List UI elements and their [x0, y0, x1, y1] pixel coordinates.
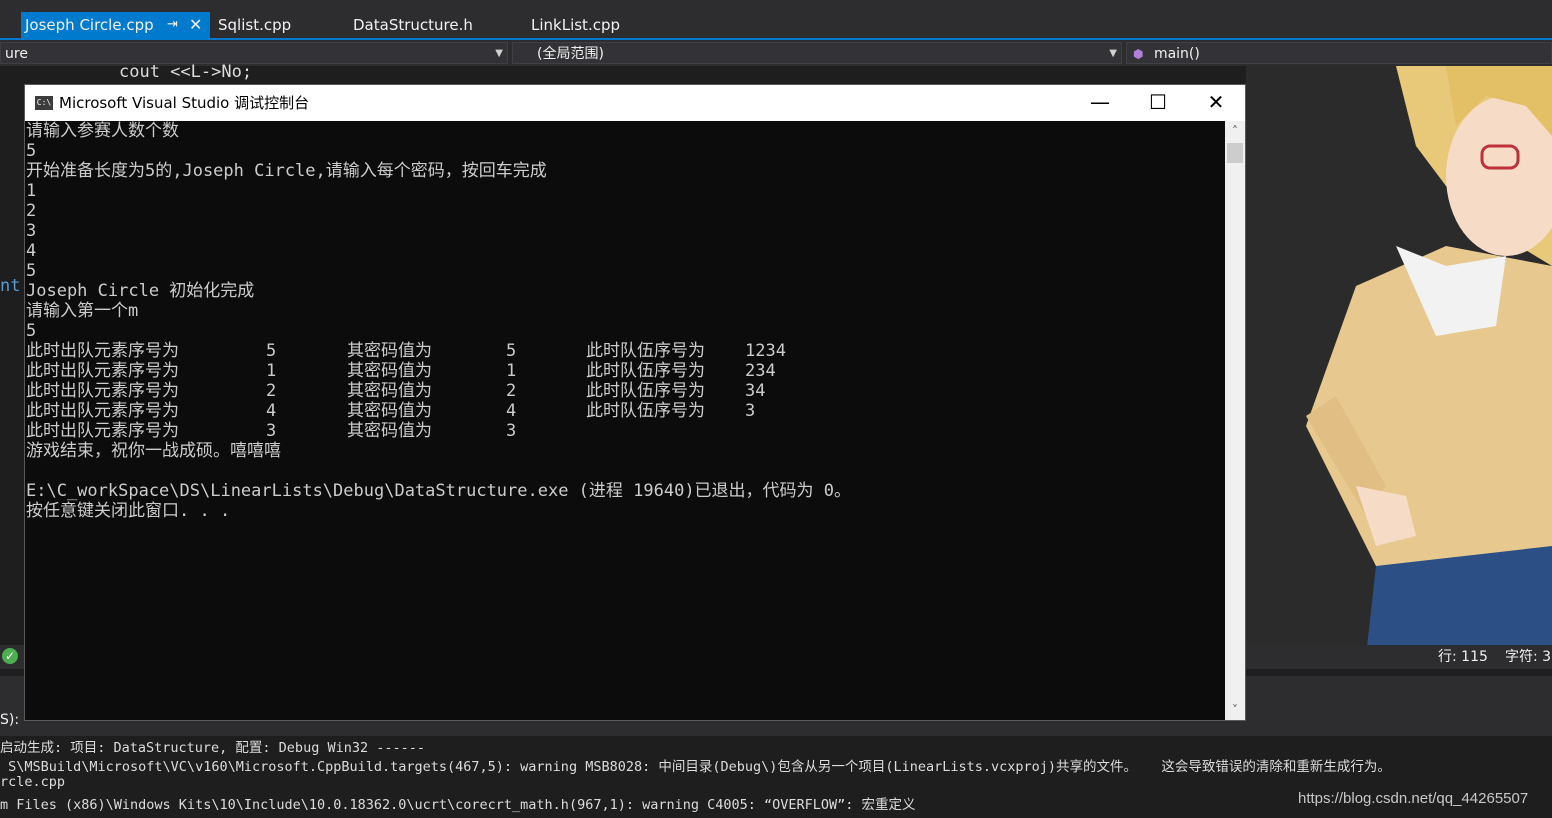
console-line: 按任意键关闭此窗口. . .	[26, 501, 231, 521]
dequeue-row: 此时出队元素序号为 3 其密码值为 3	[26, 421, 517, 441]
dequeue-row: 此时出队元素序号为 5 其密码值为 5 此时队伍序号为 1234	[26, 341, 786, 361]
member-dropdown[interactable]: ⬢ main()	[1126, 42, 1552, 64]
console-app-icon: C:\	[35, 96, 53, 110]
check-circle-icon: ✓	[2, 648, 18, 664]
console-line: 2	[26, 201, 37, 221]
console-line: 5	[26, 141, 37, 161]
project-dropdown-value: ure	[5, 46, 28, 62]
output-line: m Files (x86)\Windows Kits\10\Include\10…	[0, 797, 916, 813]
console-line: 4	[26, 241, 37, 261]
dequeue-row: 此时出队元素序号为 2 其密码值为 2 此时队伍序号为 34	[26, 381, 766, 401]
dequeue-row: 此时出队元素序号为 4 其密码值为 4 此时队伍序号为 3	[26, 401, 756, 421]
output-line: 启动生成: 项目: DataStructure, 配置: Debug Win32…	[0, 740, 425, 756]
pin-icon[interactable]: ⇥	[167, 12, 178, 38]
tab-datastructure-h[interactable]: DataStructure.h	[353, 12, 473, 38]
chevron-down-icon[interactable]: ˅	[1225, 700, 1245, 720]
chevron-down-icon: ▼	[1109, 48, 1117, 59]
console-line: 开始准备长度为5的,Joseph Circle,请输入每个密码，按回车完成	[26, 161, 547, 181]
document-tab-bar: Joseph Circle.cpp ⇥ ✕ Sqlist.cpp DataStr…	[0, 0, 1552, 38]
output-source-label: S):	[0, 712, 20, 728]
debug-console-window[interactable]: C:\ Microsoft Visual Studio 调试控制台 — ☐ ✕ …	[24, 84, 1246, 721]
chevron-down-icon: ▼	[495, 48, 503, 59]
console-line: E:\C_workSpace\DS\LinearLists\Debug\Data…	[26, 481, 852, 501]
console-line: 5	[26, 261, 37, 281]
minimize-button[interactable]: —	[1071, 85, 1129, 121]
tab-sqlist-cpp[interactable]: Sqlist.cpp	[218, 12, 291, 38]
console-titlebar[interactable]: C:\ Microsoft Visual Studio 调试控制台 — ☐ ✕	[25, 85, 1245, 121]
tab-joseph-circle-cpp[interactable]: Joseph Circle.cpp ⇥ ✕	[21, 12, 210, 38]
project-dropdown[interactable]: ure ▼	[0, 42, 508, 64]
tab-label: Joseph Circle.cpp	[25, 16, 154, 34]
cube-icon: ⬢	[1133, 47, 1144, 61]
console-line: 请输入第一个m	[26, 301, 139, 321]
close-icon[interactable]: ✕	[189, 12, 202, 38]
console-line: 1	[26, 181, 37, 201]
anime-character-image	[1246, 66, 1552, 656]
console-line: 3	[26, 221, 37, 241]
background-illustration	[1246, 66, 1552, 656]
close-button[interactable]: ✕	[1187, 85, 1245, 121]
watermark: https://blog.csdn.net/qq_44265507	[1298, 790, 1529, 807]
scope-dropdown[interactable]: (全局范围) ▼	[512, 42, 1122, 64]
console-scrollbar[interactable]: ˄ ˅	[1225, 121, 1245, 720]
code-line: cout <<L->No;	[119, 62, 253, 82]
scroll-thumb[interactable]	[1227, 143, 1243, 163]
maximize-button[interactable]: ☐	[1129, 85, 1187, 121]
tab-linklist-cpp[interactable]: LinkList.cpp	[531, 12, 620, 38]
console-title: Microsoft Visual Studio 调试控制台	[59, 94, 310, 112]
char-indicator: 字符: 3	[1505, 649, 1552, 665]
member-dropdown-value: main()	[1153, 46, 1200, 62]
console-output[interactable]: 请输入参赛人数个数 5 开始准备长度为5的,Joseph Circle,请输入每…	[25, 121, 1225, 720]
console-line: 请输入参赛人数个数	[26, 121, 179, 141]
dequeue-row: 此时出队元素序号为 1 其密码值为 1 此时队伍序号为 234	[26, 361, 776, 381]
output-line: S\MSBuild\Microsoft\VC\v160\Microsoft.Cp…	[0, 759, 1391, 775]
console-line: 游戏结束，祝你一战成硕。嘻嘻嘻	[26, 441, 281, 461]
code-fragment: nt	[0, 276, 21, 296]
console-line: Joseph Circle 初始化完成	[26, 281, 255, 301]
chevron-up-icon[interactable]: ˄	[1225, 121, 1245, 141]
console-line: 5	[26, 321, 37, 341]
scope-dropdown-value: (全局范围)	[537, 46, 604, 62]
line-indicator: 行: 115	[1438, 649, 1488, 665]
output-line: rcle.cpp	[0, 774, 66, 790]
